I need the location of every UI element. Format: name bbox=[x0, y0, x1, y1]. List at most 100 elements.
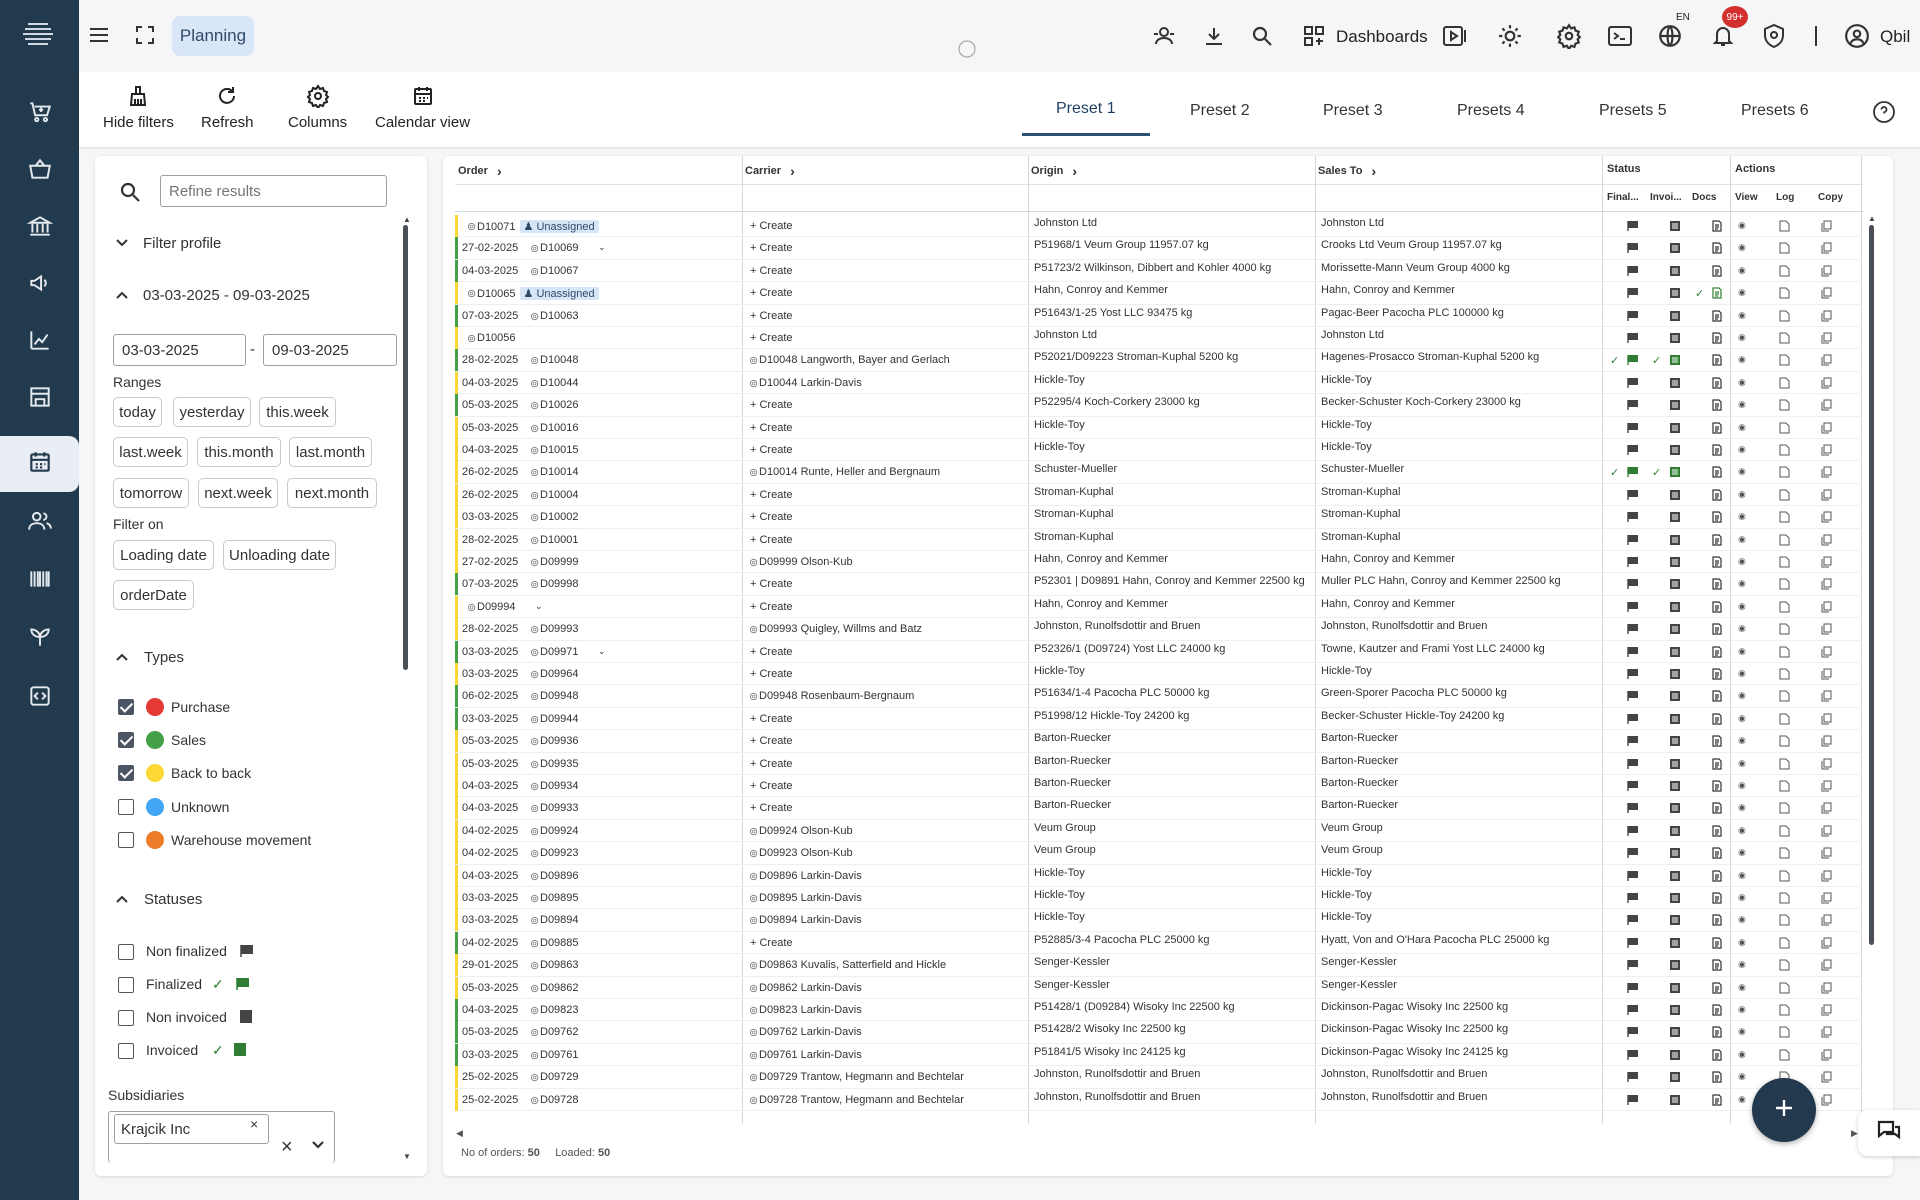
finalized-flag-icon[interactable] bbox=[1627, 892, 1639, 904]
type-checkbox-back-to-back[interactable] bbox=[118, 765, 134, 781]
document-icon[interactable] bbox=[1711, 1049, 1723, 1061]
invoice-icon[interactable] bbox=[1669, 1026, 1681, 1038]
create-carrier-link[interactable]: + Create bbox=[750, 511, 793, 523]
carrier-cell[interactable]: D09923 Olson-Kub bbox=[759, 847, 1039, 859]
eye-icon[interactable]: ⊚ bbox=[749, 377, 758, 390]
dashboards-link[interactable]: Dashboards bbox=[1336, 27, 1428, 47]
copy-icon[interactable] bbox=[1821, 220, 1833, 232]
copy-icon[interactable] bbox=[1821, 1049, 1833, 1061]
document-icon[interactable] bbox=[1711, 690, 1723, 702]
eye-icon[interactable]: ⊚ bbox=[530, 780, 539, 793]
status-finalized-checkbox[interactable] bbox=[118, 977, 134, 993]
log-icon[interactable] bbox=[1779, 914, 1791, 926]
log-icon[interactable] bbox=[1779, 735, 1791, 747]
table-row[interactable]: 03-03-2025 ⊚ D09895 ⊚ D09895 Larkin-Davis Hic… bbox=[455, 887, 1863, 910]
view-icon[interactable]: ◉ bbox=[1738, 623, 1746, 634]
view-icon[interactable]: ◉ bbox=[1738, 758, 1746, 769]
order-number[interactable]: D09862 bbox=[540, 982, 579, 994]
eye-icon[interactable]: ⊚ bbox=[530, 444, 539, 457]
copy-icon[interactable] bbox=[1821, 623, 1833, 635]
order-number[interactable]: D10015 bbox=[540, 444, 579, 456]
invoice-icon[interactable] bbox=[1669, 959, 1681, 971]
finalized-flag-icon[interactable] bbox=[1627, 713, 1639, 725]
copy-icon[interactable] bbox=[1821, 847, 1833, 859]
invoice-icon[interactable] bbox=[1669, 556, 1681, 568]
eye-icon[interactable]: ⊚ bbox=[749, 870, 758, 883]
view-icon[interactable]: ◉ bbox=[1738, 870, 1746, 881]
columns-button[interactable]: Columns bbox=[288, 84, 347, 131]
finalized-flag-icon[interactable] bbox=[1627, 489, 1639, 501]
view-icon[interactable]: ◉ bbox=[1738, 1004, 1746, 1015]
order-number[interactable]: D09998 bbox=[540, 578, 579, 590]
finalized-flag-icon[interactable] bbox=[1627, 1071, 1639, 1083]
table-row[interactable]: 04-03-2025 ⊚ D10044 ⊚ D10044 Larkin-Davis Hic… bbox=[455, 371, 1863, 395]
sidebar-item-products[interactable] bbox=[0, 553, 79, 609]
eye-icon[interactable]: ⊚ bbox=[530, 1094, 539, 1107]
copy-icon[interactable] bbox=[1821, 1071, 1833, 1083]
order-number[interactable]: D10056 bbox=[477, 332, 516, 344]
chevron-down-icon[interactable] bbox=[310, 1138, 326, 1157]
table-row[interactable]: 05-03-2025 ⊚ D09936 + Create Barton-Ruecker B… bbox=[455, 730, 1863, 753]
finalized-flag-icon[interactable] bbox=[1627, 310, 1639, 322]
filter-unloading-date-button[interactable]: Unloading date bbox=[223, 540, 336, 570]
finalized-flag-icon[interactable] bbox=[1627, 534, 1639, 546]
order-number[interactable]: D09924 bbox=[540, 825, 579, 837]
eye-icon[interactable]: ⊚ bbox=[749, 914, 758, 927]
copy-icon[interactable] bbox=[1821, 646, 1833, 658]
copy-icon[interactable] bbox=[1821, 937, 1833, 949]
table-row[interactable]: 03-03-2025 ⊚ D09944 + Create P51998/12 Hickl… bbox=[455, 707, 1863, 731]
date-to-input[interactable]: 09-03-2025 bbox=[263, 334, 397, 366]
document-icon[interactable] bbox=[1711, 354, 1723, 366]
document-icon[interactable] bbox=[1711, 959, 1723, 971]
finalized-flag-icon[interactable] bbox=[1627, 601, 1639, 613]
invoice-icon[interactable] bbox=[1669, 914, 1681, 926]
order-number[interactable]: D09729 bbox=[540, 1071, 579, 1083]
order-number[interactable]: D10063 bbox=[540, 310, 579, 322]
create-carrier-link[interactable]: + Create bbox=[750, 489, 793, 501]
finalized-flag-icon[interactable] bbox=[1627, 668, 1639, 680]
order-number[interactable]: D09896 bbox=[540, 870, 579, 882]
eye-icon[interactable]: ⊚ bbox=[530, 1026, 539, 1039]
invoice-icon[interactable] bbox=[1669, 489, 1681, 501]
table-row[interactable]: 03-03-2025 ⊚ D09761 ⊚ D09761 Larkin-Davis P51… bbox=[455, 1043, 1863, 1067]
table-row[interactable]: 03-03-2025 ⊚ D09894 ⊚ D09894 Larkin-Davis Hic… bbox=[455, 909, 1863, 932]
eye-icon[interactable]: ⊚ bbox=[530, 959, 539, 972]
document-icon[interactable] bbox=[1711, 713, 1723, 725]
eye-icon[interactable]: ⊚ bbox=[530, 511, 539, 524]
document-icon[interactable] bbox=[1711, 466, 1723, 478]
carrier-cell[interactable]: D09761 Larkin-Davis bbox=[759, 1049, 1039, 1061]
log-icon[interactable] bbox=[1779, 802, 1791, 814]
document-icon[interactable] bbox=[1711, 914, 1723, 926]
document-icon[interactable] bbox=[1711, 556, 1723, 568]
copy-icon[interactable] bbox=[1821, 601, 1833, 613]
log-icon[interactable] bbox=[1779, 1004, 1791, 1016]
table-row[interactable]: 28-02-2025 ⊚ D09993 ⊚ D09993 Quigley, Willms… bbox=[455, 618, 1863, 641]
chevron-down-icon[interactable]: ⌄ bbox=[598, 242, 606, 253]
invoice-icon[interactable] bbox=[1669, 332, 1681, 344]
log-icon[interactable] bbox=[1779, 332, 1791, 344]
create-carrier-link[interactable]: + Create bbox=[750, 422, 793, 434]
sidebar-item-developer[interactable] bbox=[0, 670, 79, 726]
carrier-cell[interactable]: D09948 Rosenbaum-Bergnaum bbox=[759, 690, 1039, 702]
invoice-icon[interactable] bbox=[1669, 668, 1681, 680]
copy-icon[interactable] bbox=[1821, 1004, 1833, 1016]
table-row[interactable]: ⊚ D10056 + Create Johnston Ltd Johnston Ltd ◉ bbox=[455, 327, 1863, 350]
table-row[interactable]: 04-02-2025 ⊚ D09923 ⊚ D09923 Olson-Kub Veum G… bbox=[455, 842, 1863, 865]
eye-icon[interactable]: ⊚ bbox=[530, 982, 539, 995]
column-header-finalized[interactable]: Final... bbox=[1607, 192, 1639, 203]
copy-icon[interactable] bbox=[1821, 758, 1833, 770]
document-icon[interactable] bbox=[1711, 242, 1723, 254]
range-last-week-button[interactable]: last.week bbox=[113, 437, 188, 467]
create-carrier-link[interactable]: + Create bbox=[750, 242, 793, 254]
refine-results-input[interactable] bbox=[160, 175, 387, 207]
invoice-icon[interactable] bbox=[1669, 601, 1681, 613]
carrier-cell[interactable]: D10048 Langworth, Bayer and Gerlach bbox=[759, 354, 1039, 366]
column-header-view[interactable]: View bbox=[1735, 192, 1758, 203]
eye-icon[interactable]: ⊚ bbox=[530, 825, 539, 838]
document-icon[interactable] bbox=[1711, 735, 1723, 747]
order-number[interactable]: D09761 bbox=[540, 1049, 579, 1061]
eye-icon[interactable]: ⊚ bbox=[530, 422, 539, 435]
log-icon[interactable] bbox=[1779, 959, 1791, 971]
eye-icon[interactable]: ⊚ bbox=[749, 982, 758, 995]
document-icon[interactable] bbox=[1711, 332, 1723, 344]
